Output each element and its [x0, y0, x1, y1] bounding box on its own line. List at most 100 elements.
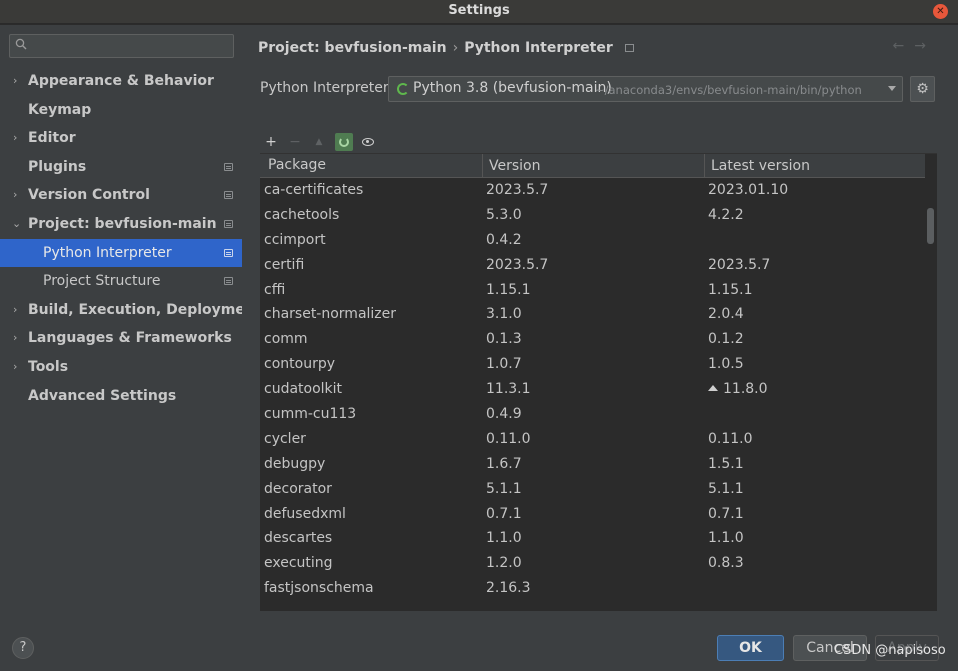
latest-version-text: 0.8.3 [708, 555, 744, 572]
table-row[interactable]: decorator 5.1.1 5.1.1 [260, 477, 925, 502]
package-version: 1.1.0 [486, 530, 522, 547]
package-name: cffi [264, 281, 286, 298]
chevron-down-icon[interactable]: ⌄ [12, 210, 21, 238]
help-button[interactable]: ? [12, 637, 34, 659]
sidebar-item-project-structure[interactable]: Project Structure [0, 267, 242, 296]
table-row[interactable]: cachetools 5.3.0 4.2.2 [260, 203, 925, 228]
column-header-version[interactable]: Version [482, 154, 706, 178]
package-name: ca-certificates [264, 182, 364, 198]
package-name: contourpy [264, 356, 335, 373]
project-settings-icon [224, 162, 233, 171]
package-version: 2.16.3 [486, 580, 531, 597]
sidebar-item-version-control[interactable]: › Version Control [0, 181, 242, 210]
project-settings-icon [224, 191, 233, 200]
table-row[interactable]: contourpy 1.0.7 1.0.5 [260, 352, 925, 377]
table-row[interactable]: ccimport 0.4.2 [260, 228, 925, 253]
sidebar-item-languages-frameworks[interactable]: › Languages & Frameworks [0, 324, 242, 353]
latest-version-text: 1.1.0 [708, 530, 744, 547]
sidebar-item-keymap[interactable]: Keymap [0, 96, 242, 125]
table-row[interactable]: ca-certificates 2023.5.7 2023.01.10 [260, 178, 925, 203]
table-row[interactable]: comm 0.1.3 0.1.2 [260, 327, 925, 352]
settings-nav: › Appearance & Behavior Keymap › Editor Plugi… [0, 67, 262, 411]
package-version: 0.7.1 [486, 505, 522, 522]
chevron-right-icon[interactable]: › [13, 67, 17, 95]
chevron-right-icon[interactable]: › [13, 324, 17, 352]
chevron-right-icon[interactable]: › [13, 296, 17, 324]
table-row[interactable]: cudatoolkit 11.3.1 11.8.0 [260, 377, 925, 402]
sidebar-item-editor[interactable]: › Editor [0, 124, 242, 153]
column-header-package[interactable]: Package [268, 157, 326, 173]
package-version: 0.4.9 [486, 406, 522, 423]
remove-package-button[interactable]: − [286, 133, 304, 151]
interpreter-select[interactable]: Python 3.8 (bevfusion-main) ~/anaconda3/… [388, 76, 903, 102]
forward-arrow-icon[interactable]: → [914, 38, 936, 54]
scrollbar-thumb[interactable] [927, 208, 934, 244]
chevron-right-icon[interactable]: › [13, 181, 17, 209]
ok-button[interactable]: OK [717, 635, 784, 661]
sidebar-item-label: Appearance & Behavior [28, 73, 214, 89]
search-input[interactable] [9, 34, 234, 58]
package-version: 1.0.7 [486, 356, 522, 373]
table-row[interactable]: charset-normalizer 3.1.0 2.0.4 [260, 302, 925, 327]
latest-version-text: 0.1.2 [708, 331, 744, 348]
breadcrumb-project[interactable]: Project: bevfusion-main [258, 40, 447, 56]
loading-spinner-icon [397, 83, 409, 95]
package-latest-version: 2023.01.10 [708, 182, 788, 198]
latest-version-text: 2023.5.7 [708, 256, 771, 273]
sidebar-item-plugins[interactable]: Plugins [0, 153, 242, 182]
interpreter-settings-button[interactable]: ⚙ [910, 76, 935, 102]
table-row[interactable]: defusedxml 0.7.1 0.7.1 [260, 502, 925, 527]
package-latest-version: 0.11.0 [708, 431, 753, 447]
gear-icon: ⚙ [916, 81, 929, 97]
package-latest-version: 5.1.1 [708, 481, 744, 497]
latest-version-text: 2.0.4 [708, 306, 744, 323]
table-row[interactable]: cumm-cu113 0.4.9 [260, 402, 925, 427]
table-row[interactable]: cffi 1.15.1 1.15.1 [260, 278, 925, 303]
package-name: cudatoolkit [264, 381, 343, 398]
package-latest-version: 1.5.1 [708, 456, 744, 472]
sidebar-item-project-bevfusion-main[interactable]: ⌄ Project: bevfusion-main [0, 210, 242, 239]
refresh-icon [339, 137, 349, 147]
back-arrow-icon[interactable]: ← [893, 38, 915, 54]
show-early-releases-button[interactable] [359, 133, 377, 151]
sidebar-item-advanced-settings[interactable]: Advanced Settings [0, 382, 242, 411]
sidebar-item-label: Project: bevfusion-main [28, 215, 217, 232]
table-row[interactable]: debugpy 1.6.7 1.5.1 [260, 452, 925, 477]
table-scrollbar[interactable] [927, 178, 935, 611]
package-version: 1.15.1 [486, 281, 531, 298]
package-name: cumm-cu113 [264, 406, 357, 423]
add-package-button[interactable]: + [262, 133, 280, 151]
sidebar-item-label: Keymap [28, 101, 92, 118]
table-row[interactable]: descartes 1.1.0 1.1.0 [260, 526, 925, 551]
package-version: 1.6.7 [486, 455, 522, 472]
table-row[interactable]: fastjsonschema 2.16.3 [260, 576, 925, 601]
sidebar-item-label: Project Structure [43, 273, 161, 290]
package-version: 0.1.3 [486, 331, 522, 348]
package-version: 0.4.2 [486, 231, 522, 248]
upgrade-package-button[interactable]: ▲ [310, 133, 328, 151]
package-name: comm [264, 331, 308, 348]
breadcrumb-page: Python Interpreter [464, 40, 613, 56]
settings-main-panel: Project: bevfusion-main › Python Interpret… [242, 25, 958, 625]
table-row[interactable]: executing 1.2.0 0.8.3 [260, 551, 925, 576]
package-version: 11.3.1 [486, 381, 531, 398]
breadcrumb-separator-icon: › [452, 40, 459, 56]
sidebar-item-label: Version Control [28, 187, 150, 204]
project-settings-icon [224, 219, 233, 228]
table-row[interactable]: cycler 0.11.0 0.11.0 [260, 427, 925, 452]
close-icon[interactable]: ✕ [933, 4, 948, 19]
package-latest-version: 1.0.5 [708, 356, 744, 372]
sidebar-item-tools[interactable]: › Tools [0, 353, 242, 382]
latest-version-text: 5.1.1 [708, 480, 744, 497]
table-row[interactable]: certifi 2023.5.7 2023.5.7 [260, 253, 925, 278]
column-header-latest-version[interactable]: Latest version [704, 154, 925, 178]
package-version: 5.3.0 [486, 206, 522, 223]
sidebar-item-python-interpreter[interactable]: Python Interpreter [0, 238, 242, 268]
project-settings-icon [224, 277, 233, 286]
sidebar-item-appearance-behavior[interactable]: › Appearance & Behavior [0, 67, 242, 96]
chevron-right-icon[interactable]: › [13, 124, 17, 152]
chevron-right-icon[interactable]: › [13, 353, 17, 381]
conda-toggle-button[interactable] [335, 133, 353, 151]
sidebar-item-build-execution-deployment[interactable]: › Build, Execution, Deployment [0, 296, 262, 325]
eye-icon [362, 138, 374, 146]
